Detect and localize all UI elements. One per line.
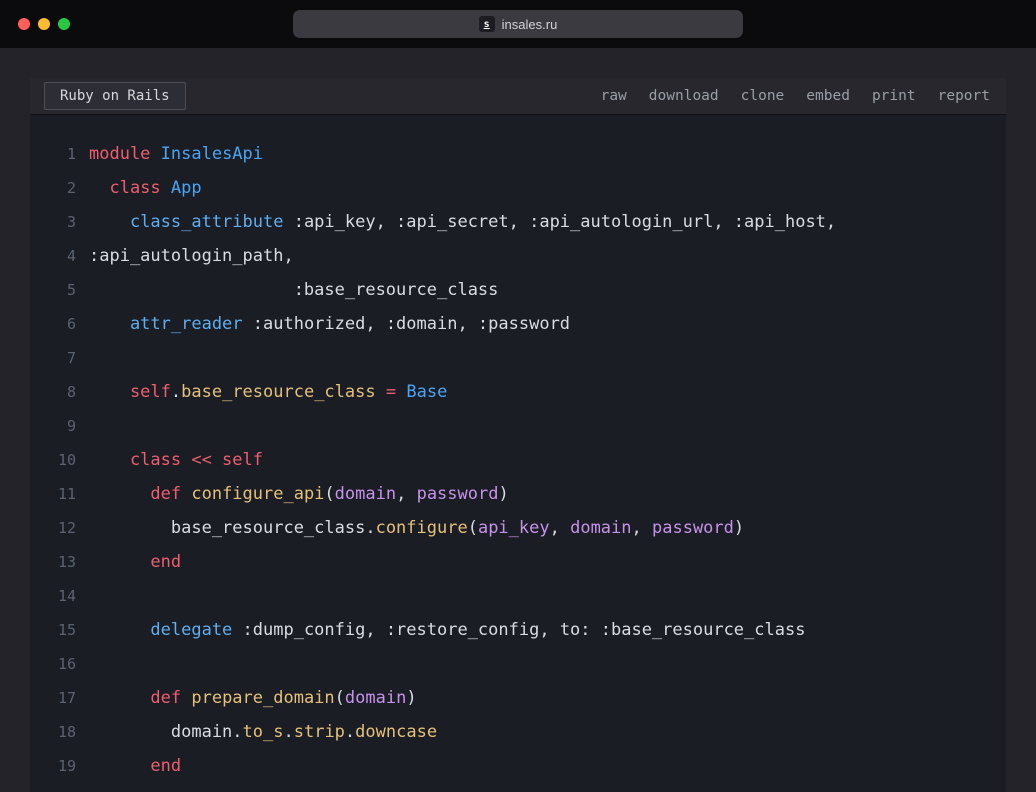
line-number: 3 [30,205,76,239]
code-line: 1module InsalesApi [30,137,1006,171]
code-line: 18 domain.to_s.strip.downcase [30,715,1006,749]
line-number: 7 [30,341,76,375]
line-number: 4 [30,239,76,273]
code-text: attr_reader :authorized, :domain, :passw… [76,307,570,341]
code-text: self.base_resource_class = Base [76,375,447,409]
code-line: 16 [30,647,1006,681]
site-favicon-icon: s [479,16,495,32]
code-text: :api_autologin_path, [76,239,294,273]
line-number: 16 [30,647,76,681]
code-line: 11 def configure_api(domain, password) [30,477,1006,511]
zoom-window-button[interactable] [58,18,70,30]
code-text [76,647,89,681]
address-bar-url: insales.ru [502,17,558,32]
paste-window: Ruby on Rails raw download clone embed p… [30,78,1006,792]
code-line: 3 class_attribute :api_key, :api_secret,… [30,205,1006,239]
code-line: 17 def prepare_domain(domain) [30,681,1006,715]
menu-item-print[interactable]: print [872,88,916,104]
code-text: :base_resource_class [76,273,498,307]
code-line: 15 delegate :dump_config, :restore_confi… [30,613,1006,647]
code-text: base_resource_class.configure(api_key, d… [76,511,744,545]
code-line: 9 [30,409,1006,443]
line-number: 2 [30,171,76,205]
code-text: class App [76,171,202,205]
address-bar[interactable]: s insales.ru [293,10,743,38]
line-number: 10 [30,443,76,477]
line-number: 1 [30,137,76,171]
code-text [76,579,89,613]
code-line: 7 [30,341,1006,375]
code-text: class_attribute :api_key, :api_secret, :… [76,205,836,239]
window-controls [18,18,70,30]
code-text [76,341,89,375]
code-line: 13 end [30,545,1006,579]
menu-item-report[interactable]: report [938,88,990,104]
line-number: 15 [30,613,76,647]
code-text: domain.to_s.strip.downcase [76,715,437,749]
line-number: 5 [30,273,76,307]
line-number: 6 [30,307,76,341]
code-line: 12 base_resource_class.configure(api_key… [30,511,1006,545]
line-number: 12 [30,511,76,545]
code-text: class << self [76,443,263,477]
code-text: delegate :dump_config, :restore_config, … [76,613,805,647]
paste-toolbar: Ruby on Rails raw download clone embed p… [30,78,1006,115]
code-line: 10 class << self [30,443,1006,477]
code-line: 5 :base_resource_class [30,273,1006,307]
code-text: def configure_api(domain, password) [76,477,509,511]
browser-chrome: s insales.ru [0,0,1036,48]
menu-item-embed[interactable]: embed [806,88,850,104]
menu-item-clone[interactable]: clone [741,88,785,104]
paste-menu: raw download clone embed print report [601,88,990,104]
close-window-button[interactable] [18,18,30,30]
code-line: 2 class App [30,171,1006,205]
code-line: 8 self.base_resource_class = Base [30,375,1006,409]
line-number: 8 [30,375,76,409]
code-line: 19 end [30,749,1006,783]
tab-language[interactable]: Ruby on Rails [44,82,186,110]
line-number: 19 [30,749,76,783]
line-number: 18 [30,715,76,749]
line-number: 14 [30,579,76,613]
code-line: 14 [30,579,1006,613]
line-number: 13 [30,545,76,579]
minimize-window-button[interactable] [38,18,50,30]
line-number: 9 [30,409,76,443]
code-text [76,409,89,443]
code-area: 1module InsalesApi2 class App3 class_att… [30,115,1006,792]
code-text: end [76,749,181,783]
code-text: def prepare_domain(domain) [76,681,417,715]
code-line: 6 attr_reader :authorized, :domain, :pas… [30,307,1006,341]
line-number: 17 [30,681,76,715]
code-text: module InsalesApi [76,137,263,171]
code-line: 4:api_autologin_path, [30,239,1006,273]
menu-item-download[interactable]: download [649,88,719,104]
line-number: 11 [30,477,76,511]
menu-item-raw[interactable]: raw [601,88,627,104]
code-text: end [76,545,181,579]
